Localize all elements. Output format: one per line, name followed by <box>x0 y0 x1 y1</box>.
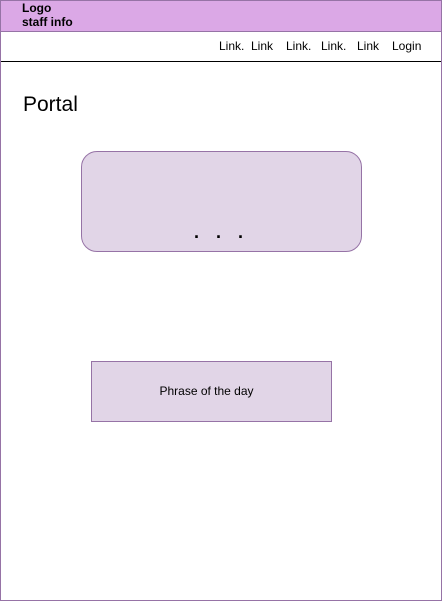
page-title: Portal <box>23 93 78 116</box>
logo-text: Logo <box>22 1 52 15</box>
nav-link-4[interactable]: Link. <box>321 39 346 53</box>
nav-link-2[interactable]: Link <box>251 39 273 53</box>
logo-block[interactable]: Logo staff info <box>22 1 73 29</box>
nav-bar: Link. Link Link. Link. Link Login <box>1 32 441 62</box>
staff-info-text: staff info <box>22 15 73 29</box>
hero-card-placeholder: . . . <box>193 222 249 242</box>
nav-link-5[interactable]: Link <box>357 39 379 53</box>
nav-link-1[interactable]: Link. <box>219 39 244 53</box>
login-link[interactable]: Login <box>392 39 421 53</box>
nav-link-3[interactable]: Link. <box>286 39 311 53</box>
phrase-of-the-day-label: Phrase of the day <box>159 384 254 398</box>
phrase-of-the-day-box: Phrase of the day <box>91 361 332 422</box>
page-frame: Logo staff info Link. Link Link. Link. L… <box>0 0 442 601</box>
hero-card: . . . <box>81 151 362 252</box>
top-header: Logo staff info <box>1 1 441 32</box>
